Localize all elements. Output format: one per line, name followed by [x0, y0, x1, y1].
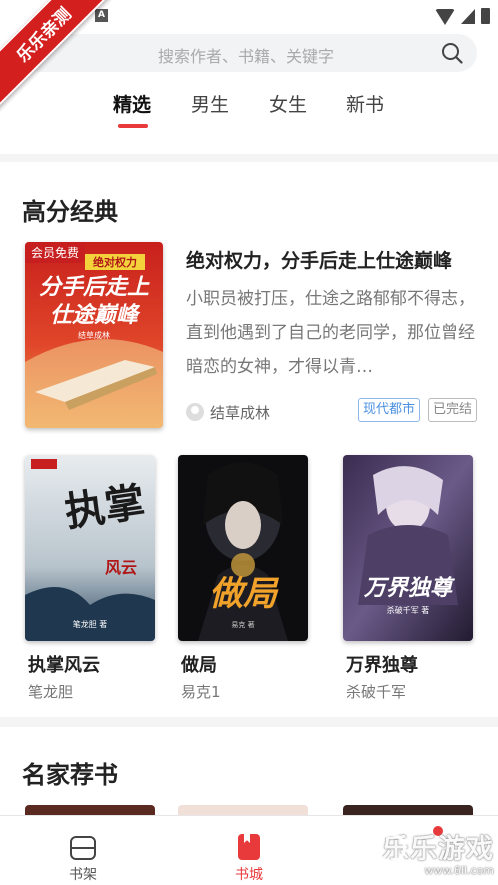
book-cover[interactable]: 做局 易克 著 [178, 455, 308, 641]
book-author: 杀破千军 [346, 683, 407, 701]
nav-bookstore[interactable]: 书城 [204, 816, 294, 884]
tag-genre[interactable]: 现代都市 [358, 398, 421, 422]
cover-title-text: 做局 [209, 574, 280, 614]
book-cover[interactable]: 万界独尊 杀破千军 著 [343, 455, 473, 641]
wifi-icon [435, 9, 455, 25]
tag-status: 已完结 [428, 398, 478, 422]
search-bar[interactable]: 搜索作者、书籍、关键字 [20, 34, 477, 72]
tab-male[interactable]: 男生 [191, 90, 229, 117]
search-icon[interactable] [441, 42, 463, 64]
featured-book-title[interactable]: 绝对权力，分手后走上仕途巅峰 [186, 246, 478, 273]
cover-author-text: 杀破千军 著 [387, 605, 430, 615]
cover-title-text: 万界独尊 [363, 575, 455, 601]
featured-cover-art: 绝对权力 分手后走上 仕途巅峰 结草成林 [25, 242, 163, 428]
cover-sub-text: 风云 [105, 558, 137, 577]
cover-author-text: 易克 著 [231, 620, 254, 629]
book-cover[interactable]: 执掌 风云 笔龙胆 著 [25, 455, 155, 641]
cover-title-line1: 分手后走上 [39, 275, 150, 300]
search-placeholder: 搜索作者、书籍、关键字 [158, 47, 335, 66]
bookstore-icon [238, 834, 260, 860]
nav-label: 书城 [235, 867, 263, 883]
book-author: 易克1 [181, 683, 221, 701]
book-title[interactable]: 执掌风云 [25, 651, 155, 677]
featured-book-cover[interactable]: 会员免费 绝对权力 分手后走上 仕途巅峰 结草成林 [25, 242, 163, 428]
author-icon [186, 403, 204, 421]
cover-author-text: 结草成林 [78, 330, 110, 340]
watermark-logo: 乐乐游戏 www.6ll.com [376, 827, 494, 883]
featured-author: 结草成林 [210, 403, 271, 422]
book-cover-art: 执掌 风云 笔龙胆 著 [25, 455, 155, 641]
section-title: 名家荐书 [22, 761, 118, 789]
cover-title-line2: 仕途巅峰 [50, 302, 141, 328]
section-title: 高分经典 [22, 198, 118, 226]
tab-new-books[interactable]: 新书 [346, 90, 384, 117]
vip-free-badge: 会员免费 [25, 242, 86, 263]
status-icons [435, 7, 490, 25]
book-cover-art: 万界独尊 杀破千军 著 [343, 455, 473, 641]
featured-book-description: 小职员被打压，仕途之路郁郁不得志，直到他遇到了自己的老同学，那位曾经暗恋的女神，… [186, 289, 475, 377]
battery-icon [481, 8, 490, 24]
cover-author-text: 笔龙胆 著 [73, 619, 108, 629]
active-tab-indicator [118, 124, 148, 128]
notification-icon: A [95, 9, 108, 22]
book-title[interactable]: 万界独尊 [343, 651, 473, 677]
bookshelf-icon [70, 836, 96, 860]
category-tabs: 精选 男生 女生 新书 [0, 90, 498, 130]
tab-female[interactable]: 女生 [269, 90, 307, 117]
book-cover-art: 做局 易克 著 [178, 455, 308, 641]
cover-top-text: 绝对权力 [93, 255, 137, 269]
book-card[interactable]: 做局 易克 著 做局 易克1 [178, 455, 308, 702]
book-title[interactable]: 做局 [178, 651, 308, 677]
nav-label: 书架 [69, 867, 97, 883]
header: 搜索作者、书籍、关键字 精选 男生 女生 新书 [0, 30, 498, 154]
featured-author-row: 结草成林 [186, 402, 270, 422]
tab-featured[interactable]: 精选 [113, 90, 151, 117]
watermark-circle-icon [376, 833, 406, 863]
book-card[interactable]: 万界独尊 杀破千军 著 万界独尊 杀破千军 [343, 455, 473, 702]
cellular-signal-icon [461, 9, 475, 24]
section-high-score: 高分经典 会员免费 绝对权力 分手后走上 仕途巅峰 结草成林 绝对权力，分手后走… [0, 162, 498, 717]
book-card[interactable]: 执掌 风云 笔龙胆 著 执掌风云 笔龙胆 [25, 455, 155, 702]
book-author: 笔龙胆 [28, 683, 74, 701]
nav-bookshelf[interactable]: 书架 [38, 816, 128, 884]
